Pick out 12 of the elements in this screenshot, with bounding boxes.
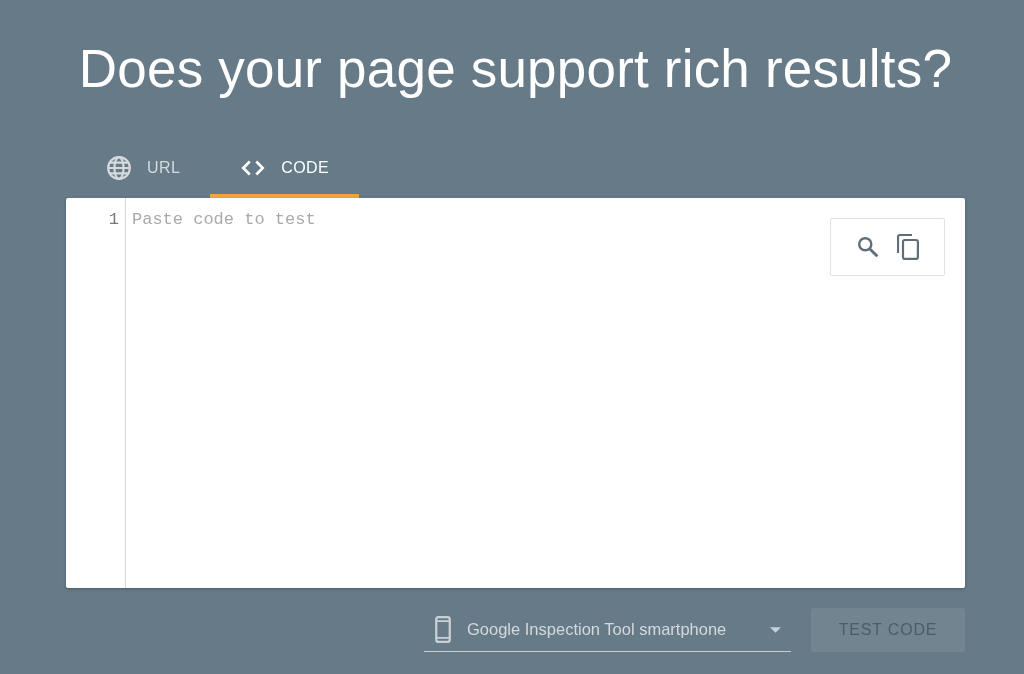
code-editor[interactable]: 1 Paste code to test bbox=[66, 198, 965, 588]
code-input-field[interactable]: Paste code to test bbox=[126, 198, 965, 588]
globe-icon bbox=[106, 155, 132, 181]
search-icon bbox=[856, 236, 879, 258]
caret-icon bbox=[770, 626, 781, 633]
copy-icon bbox=[896, 234, 919, 260]
copy-button[interactable] bbox=[894, 232, 921, 262]
smartphone-icon bbox=[434, 616, 452, 643]
page-heading: Does your page support rich results? bbox=[78, 38, 953, 100]
line-number: 1 bbox=[108, 210, 119, 230]
tab[interactable]: URL bbox=[76, 142, 211, 198]
device-dropdown[interactable]: Google Inspection Tool smartphone bbox=[424, 608, 791, 652]
